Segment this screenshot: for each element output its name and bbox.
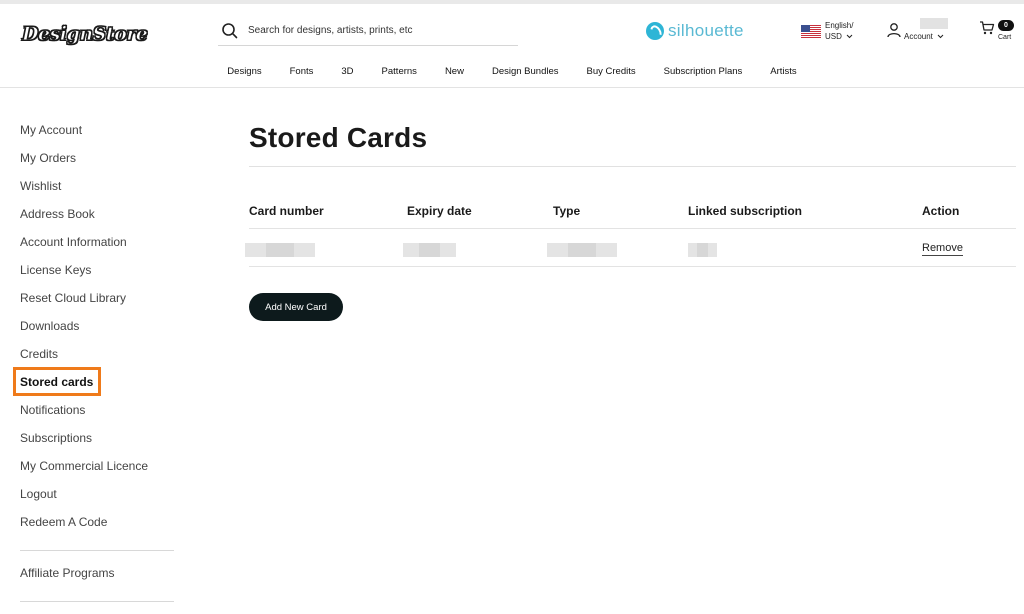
designstore-logo[interactable]: DesignStore xyxy=(21,20,148,48)
logo-text: DesignStore xyxy=(21,23,148,46)
table-header-divider xyxy=(249,228,1016,229)
search-icon[interactable] xyxy=(220,21,240,41)
sidebar-item-account-information[interactable]: Account Information xyxy=(20,230,174,258)
column-header-type: Type xyxy=(553,204,581,218)
redacted-expiry-date xyxy=(403,243,456,257)
sidebar-item-wishlist[interactable]: Wishlist xyxy=(20,174,174,202)
remove-card-link[interactable]: Remove xyxy=(922,242,963,256)
table-row-divider xyxy=(249,266,1016,267)
chevron-down-icon xyxy=(846,34,853,39)
account-label-row: Account xyxy=(904,32,948,41)
silhouette-link[interactable]: silhouette xyxy=(646,21,744,41)
nav-item-buy-credits[interactable]: Buy Credits xyxy=(587,66,636,82)
sidebar-item-license-keys[interactable]: License Keys xyxy=(20,258,174,286)
search-input[interactable] xyxy=(248,25,508,36)
sidebar-item-address-book[interactable]: Address Book xyxy=(20,202,174,230)
silhouette-brand-text: silhouette xyxy=(668,21,744,40)
cart-label: Cart xyxy=(998,34,1012,41)
active-highlight-box xyxy=(13,367,101,396)
account-icon xyxy=(887,23,901,38)
nav-item-artists[interactable]: Artists xyxy=(770,66,796,82)
main-nav: Designs Fonts 3D Patterns New Design Bun… xyxy=(0,66,1024,82)
cart-icon xyxy=(980,21,995,35)
redacted-card-number xyxy=(245,243,315,257)
nav-item-fonts[interactable]: Fonts xyxy=(290,66,314,82)
nav-item-design-bundles[interactable]: Design Bundles xyxy=(492,66,559,82)
locale-currency: USD xyxy=(825,32,842,41)
locale-selector[interactable]: English/ USD xyxy=(801,20,853,42)
sidebar-divider xyxy=(20,550,174,551)
account-menu[interactable]: Account xyxy=(886,18,948,41)
account-sidebar: My Account My Orders Wishlist Address Bo… xyxy=(13,118,174,602)
sidebar-item-stored-cards[interactable]: Stored cards xyxy=(13,367,174,398)
sidebar-divider xyxy=(20,601,174,602)
cart-link[interactable]: 0 Cart xyxy=(979,18,1019,48)
sidebar-item-my-orders[interactable]: My Orders xyxy=(20,146,174,174)
locale-text: English/ USD xyxy=(825,20,853,42)
chevron-down-icon xyxy=(937,34,944,39)
nav-item-new[interactable]: New xyxy=(445,66,464,82)
page-title: Stored Cards xyxy=(249,122,428,153)
nav-item-patterns[interactable]: Patterns xyxy=(382,66,417,82)
flag-us-icon xyxy=(801,24,821,38)
sidebar-item-notifications[interactable]: Notifications xyxy=(20,398,174,426)
nav-item-designs[interactable]: Designs xyxy=(227,66,261,82)
sidebar-item-downloads[interactable]: Downloads xyxy=(20,314,174,342)
redacted-linked-subscription xyxy=(688,243,717,257)
sidebar-item-subscriptions[interactable]: Subscriptions xyxy=(20,426,174,454)
sidebar-item-credits[interactable]: Credits xyxy=(20,342,174,370)
account-label: Account xyxy=(904,32,933,41)
nav-item-3d[interactable]: 3D xyxy=(341,66,353,82)
account-column: Account xyxy=(904,18,948,41)
title-divider xyxy=(249,166,1016,167)
column-header-expiry-date: Expiry date xyxy=(407,204,472,218)
sidebar-item-my-account[interactable]: My Account xyxy=(20,118,174,146)
locale-language: English/ xyxy=(825,21,854,30)
sidebar-item-reset-cloud-library[interactable]: Reset Cloud Library xyxy=(20,286,174,314)
silhouette-logo-icon xyxy=(646,22,664,40)
search-bar xyxy=(218,16,518,46)
column-header-card-number: Card number xyxy=(249,204,324,218)
redacted-card-type xyxy=(547,243,617,257)
column-header-action: Action xyxy=(922,204,960,218)
sidebar-item-redeem-a-code[interactable]: Redeem A Code xyxy=(20,510,174,538)
sidebar-item-logout[interactable]: Logout xyxy=(20,482,174,510)
cart-count-badge: 0 xyxy=(998,20,1014,31)
nav-item-subscription-plans[interactable]: Subscription Plans xyxy=(664,66,743,82)
column-header-linked-subscription: Linked subscription xyxy=(688,204,803,218)
add-new-card-button[interactable]: Add New Card xyxy=(249,293,343,321)
sidebar-item-my-commercial-licence[interactable]: My Commercial Licence xyxy=(20,454,174,482)
site-header: DesignStore silhouette English/ USD xyxy=(0,4,1024,88)
redacted-username xyxy=(920,18,948,29)
locale-currency-row: USD xyxy=(825,31,853,42)
sidebar-item-affiliate-programs[interactable]: Affiliate Programs xyxy=(20,561,174,589)
